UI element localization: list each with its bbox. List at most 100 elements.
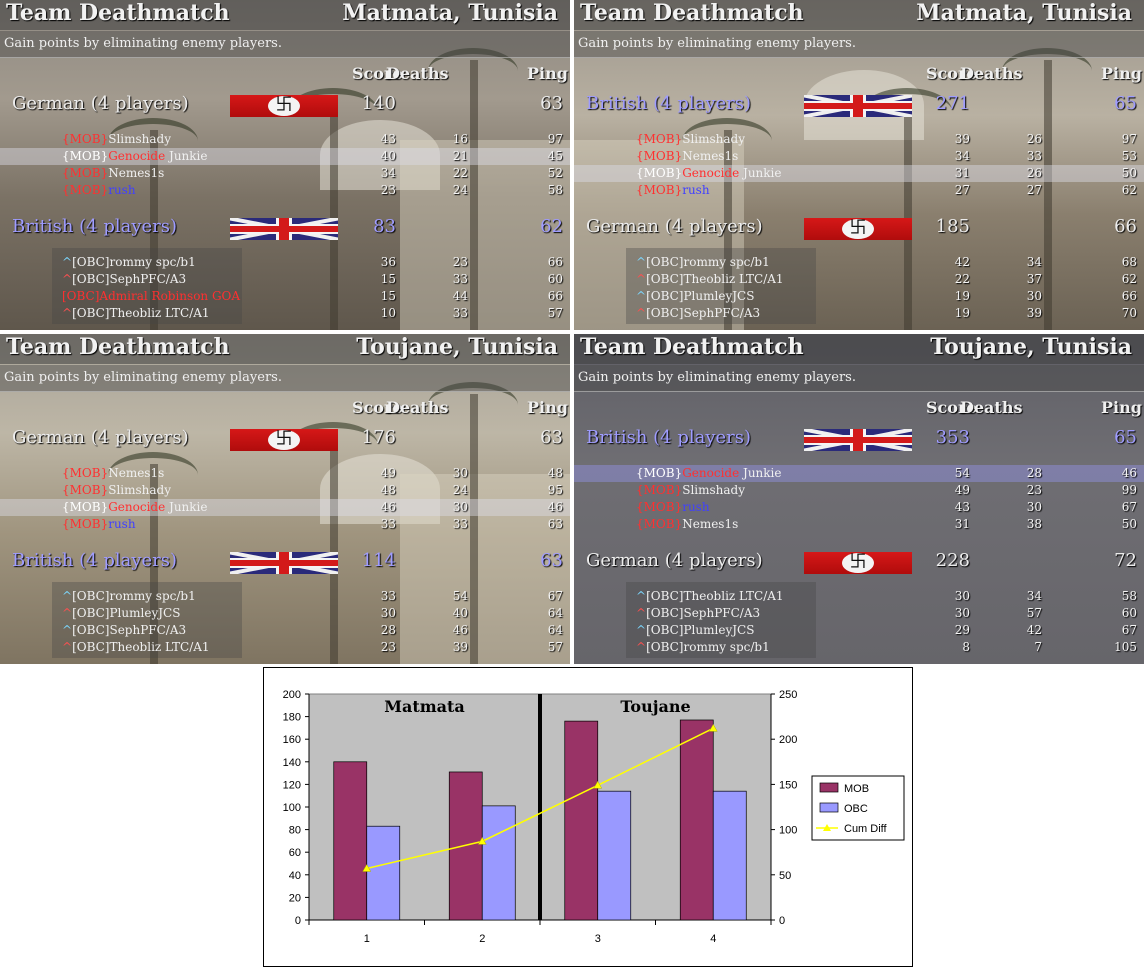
player-row[interactable]: ^[OBC]PlumleyJCS 30 40 64 [0, 605, 570, 622]
clan-tag: ^ [62, 272, 73, 286]
player-score: 8 [962, 640, 970, 654]
scoreboard-panel: Team Deathmatch Matmata, Tunisia Gain poin… [574, 0, 1144, 330]
player-name: ^[OBC]rommy spc/b1 [62, 255, 196, 269]
team-score: 185 [935, 216, 970, 237]
player-name: ^[OBC]SephPFC/A3 [636, 306, 760, 320]
team-ping: 66 [1114, 216, 1137, 237]
player-row[interactable]: ^[OBC]rommy spc/b1 8 7 105 [574, 639, 1144, 656]
chart-svg: 0 20 40 60 80 100 120 140 160 180 200 0 50 100 150 200 2… [283, 689, 905, 945]
player-row[interactable]: ^[OBC]SephPFC/A3 28 46 64 [0, 622, 570, 639]
player-row[interactable]: {MOB}Slimshady 43 16 97 [0, 131, 570, 148]
column-header-ping: Ping [527, 64, 568, 83]
player-row[interactable]: ^[OBC]rommy spc/b1 33 54 67 [0, 588, 570, 605]
player-deaths: 33 [452, 272, 468, 286]
bar-mob [333, 761, 368, 921]
score-chart: 0 20 40 60 80 100 120 140 160 180 200 0 50 100 150 200 2… [263, 667, 913, 967]
player-row[interactable]: {MOB}Slimshady 39 26 97 [574, 131, 1144, 148]
objective-text: Gain points by eliminating enemy players… [578, 370, 856, 385]
player-row[interactable]: {MOB}Genocide Junkie 46 30 46 [0, 499, 570, 516]
player-score: 34 [954, 149, 970, 163]
player-name: {MOB}rush [636, 183, 710, 197]
player-row[interactable]: {MOB}Nemes1s 34 33 53 [574, 148, 1144, 165]
player-deaths: 44 [452, 289, 468, 303]
player-row[interactable]: [OBC]Admiral Robinson GOA 15 44 66 [0, 288, 570, 305]
legend-swatch [819, 782, 839, 793]
player-row[interactable]: {MOB}Genocide Junkie 40 21 45 [0, 148, 570, 165]
player-score: 49 [380, 466, 396, 480]
player-score: 28 [380, 623, 396, 637]
player-row[interactable]: {MOB}rush 33 33 63 [0, 516, 570, 533]
team-name: German (4 players) [586, 550, 763, 571]
team-name: German (4 players) [12, 93, 189, 114]
player-row[interactable]: {MOB}rush 23 24 58 [0, 182, 570, 199]
player-row[interactable]: {MOB}rush 27 27 62 [574, 182, 1144, 199]
y-tick-label: 180 [283, 712, 301, 724]
player-row[interactable]: {MOB}Slimshady 49 23 99 [574, 482, 1144, 499]
player-ping: 97 [1121, 132, 1137, 146]
player-score: 23 [380, 640, 396, 654]
player-score: 54 [954, 466, 970, 480]
player-row[interactable]: ^[OBC]PlumleyJCS 19 30 66 [574, 288, 1144, 305]
player-name-text: [OBC]rommy spc/b1 [646, 255, 770, 269]
player-row[interactable]: {MOB}Slimshady 48 24 95 [0, 482, 570, 499]
player-ping: 52 [547, 166, 563, 180]
player-name: ^[OBC]rommy spc/b1 [636, 255, 770, 269]
clan-tag: {MOB} [636, 132, 683, 146]
player-row[interactable]: {MOB}rush 43 30 67 [574, 499, 1144, 516]
clan-tag: {MOB} [62, 149, 109, 163]
player-row[interactable]: {MOB}Genocide Junkie 54 28 46 [574, 465, 1144, 482]
map-name: Matmata, Tunisia [916, 0, 1132, 26]
player-score: 15 [380, 289, 396, 303]
player-name-text: [OBC]SephPFC/A3 [646, 606, 761, 620]
player-deaths: 26 [1026, 166, 1042, 180]
player-score: 30 [954, 589, 970, 603]
player-row[interactable]: ^[OBC]PlumleyJCS 29 42 67 [574, 622, 1144, 639]
player-deaths: 28 [1026, 466, 1042, 480]
player-deaths: 30 [452, 466, 468, 480]
player-score: 23 [380, 183, 396, 197]
player-row[interactable]: ^[OBC]Theobliz LTC/A1 22 37 62 [574, 271, 1144, 288]
player-row[interactable]: ^[OBC]rommy spc/b1 42 34 68 [574, 254, 1144, 271]
y2-tick-label: 50 [779, 870, 791, 882]
team-ping: 65 [1114, 93, 1137, 114]
player-row[interactable]: {MOB}Nemes1s 34 22 52 [0, 165, 570, 182]
player-row[interactable]: ^[OBC]SephPFC/A3 19 39 70 [574, 305, 1144, 322]
player-row[interactable]: {MOB}Genocide Junkie 31 26 50 [574, 165, 1144, 182]
player-ping: 66 [1121, 289, 1137, 303]
player-row[interactable]: {MOB}Nemes1s 31 38 50 [574, 516, 1144, 533]
player-ping: 57 [547, 306, 563, 320]
team-score: 83 [373, 216, 396, 237]
player-name: ^[OBC]Theobliz LTC/A1 [62, 306, 210, 320]
player-name-text: [OBC]Theobliz LTC/A1 [646, 589, 784, 603]
x-tick-label: 2 [479, 933, 485, 945]
objective-text: Gain points by eliminating enemy players… [4, 36, 282, 51]
player-name-text: [OBC]Admiral Robinson GOA [62, 289, 241, 303]
player-row[interactable]: ^[OBC]SephPFC/A3 30 57 60 [574, 605, 1144, 622]
map-name: Toujane, Tunisia [356, 334, 558, 360]
team-score: 228 [935, 550, 970, 571]
clan-tag: ^ [636, 623, 647, 637]
player-row[interactable]: ^[OBC]rommy spc/b1 36 23 66 [0, 254, 570, 271]
player-score: 40 [380, 149, 396, 163]
player-name-text: [OBC]PlumleyJCS [646, 623, 755, 637]
clan-tag: {MOB} [62, 166, 109, 180]
player-name-text: [OBC]Theobliz LTC/A1 [646, 272, 784, 286]
player-deaths: 40 [452, 606, 468, 620]
player-row[interactable]: {MOB}Nemes1s 49 30 48 [0, 465, 570, 482]
column-header-ping: Ping [1101, 398, 1142, 417]
player-score: 42 [954, 255, 970, 269]
map-annotation: Matmata [384, 697, 465, 716]
player-row[interactable]: ^[OBC]Theobliz LTC/A1 30 34 58 [574, 588, 1144, 605]
player-row[interactable]: ^[OBC]Theobliz LTC/A1 10 33 57 [0, 305, 570, 322]
game-mode-title: Team Deathmatch [6, 334, 230, 360]
player-name: {MOB}Slimshady [636, 132, 745, 146]
player-name: {MOB}Genocide Junkie [62, 149, 208, 163]
player-deaths: 34 [1026, 255, 1042, 269]
player-ping: 45 [547, 149, 563, 163]
game-mode-title: Team Deathmatch [580, 334, 804, 360]
player-row[interactable]: ^[OBC]SephPFC/A3 15 33 60 [0, 271, 570, 288]
clan-tag: ^ [62, 623, 73, 637]
player-row[interactable]: ^[OBC]Theobliz LTC/A1 23 39 57 [0, 639, 570, 656]
legend-label: OBC [844, 803, 868, 815]
player-ping: 66 [547, 255, 563, 269]
